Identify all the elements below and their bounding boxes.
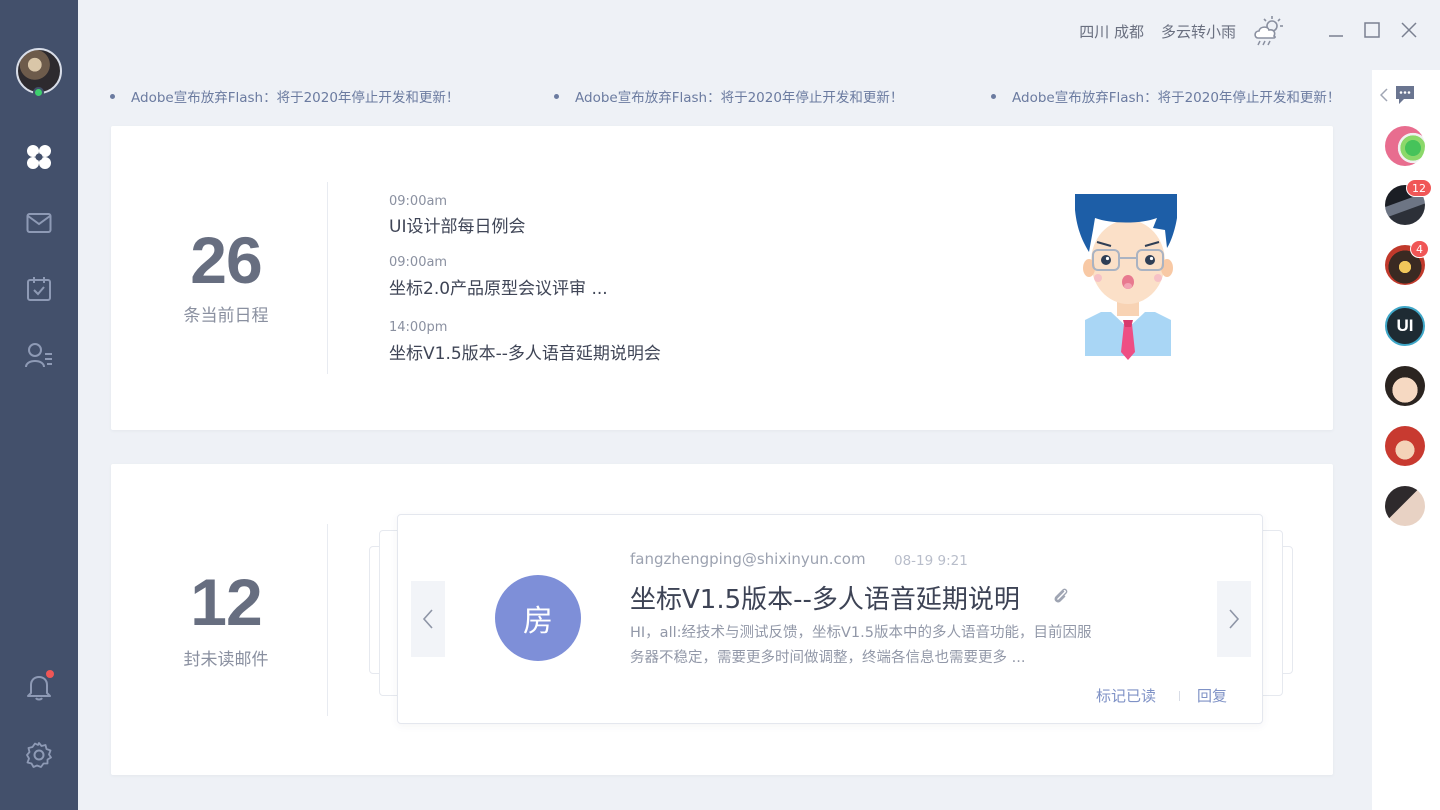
news-item[interactable]: Adobe宣布放弃Flash：将于2020年停止开发和更新！ [553,86,903,106]
mail-preview-text: HI，all:经技术与测试反馈，坐标V1.5版本中的多人语音功能，目前因服 务器… [630,621,1140,671]
cloud-sun-rain-icon [1252,14,1286,52]
schedule-item-time: 14:00pm [389,320,448,335]
action-divider [1179,691,1180,701]
contact-avatar[interactable] [1385,126,1425,166]
settings-gear-icon[interactable] [24,740,54,770]
businessman-illustration [1071,190,1185,368]
contact-avatar[interactable] [1385,366,1425,406]
unread-badge: 4 [1410,240,1429,258]
mail-subject[interactable]: 坐标V1.5版本--多人语音延期说明 [630,579,1020,616]
online-status-indicator [33,87,44,98]
contact-avatar[interactable] [1385,426,1425,466]
chevron-right-icon [1229,609,1240,629]
nav-calendar-icon[interactable] [24,274,54,304]
nav-contacts-icon[interactable] [24,340,54,370]
schedule-item-time: 09:00am [389,194,448,209]
chevron-left-icon [422,609,433,629]
mail-preview-line: 务器不稳定，需要更多时间做调整，终端各信息也需要更多 ... [630,650,1026,666]
close-button[interactable] [1400,21,1418,39]
sender-avatar: 房 [495,575,581,661]
top-bar: 四川 成都 多云转小雨 [78,0,1440,64]
minimize-button[interactable] [1327,21,1345,39]
schedule-card: 26 条当前日程 09:00am UI设计部每日例会 09:00am 坐标2.0… [111,126,1333,430]
news-ticker: Adobe宣布放弃Flash：将于2020年停止开发和更新！ Adobe宣布放弃… [78,86,1372,108]
prev-mail-button[interactable] [411,581,445,657]
mail-preview-card[interactable]: 房 fangzhengping@shixinyun.com 08-19 9:21… [397,514,1263,724]
schedule-count-caption: 条当前日程 [183,306,269,326]
divider [327,182,328,374]
weather-location: 四川 成都 [1079,23,1144,41]
unread-badge: 12 [1406,179,1432,197]
reply-button[interactable]: 回复 [1197,685,1227,706]
schedule-item-time: 09:00am [389,255,448,270]
schedule-item-title[interactable]: UI设计部每日例会 [389,212,525,237]
nav-mail-icon[interactable] [24,208,54,238]
news-item[interactable]: Adobe宣布放弃Flash：将于2020年停止开发和更新！ [109,86,459,106]
mail-preview-line: HI，all:经技术与测试反馈，坐标V1.5版本中的多人语音功能，目前因服 [630,625,1092,641]
nav-dashboard-icon[interactable] [24,142,54,172]
divider [327,524,328,716]
schedule-item-title[interactable]: 坐标V1.5版本--多人语音延期说明会 [389,339,661,364]
schedule-count: 26 [190,223,262,297]
contact-avatar[interactable] [1385,486,1425,526]
notification-dot [46,670,54,678]
weather-description: 多云转小雨 [1160,23,1236,41]
left-sidebar [0,0,78,810]
contact-avatar-ui[interactable]: UI [1385,306,1425,346]
chevron-left-icon[interactable] [1380,88,1388,102]
maximize-button[interactable] [1363,21,1381,39]
contacts-sidebar: 12 4 UI [1372,70,1440,810]
unread-mail-count: 12 [190,565,262,639]
news-item[interactable]: Adobe宣布放弃Flash：将于2020年停止开发和更新！ [990,86,1340,106]
mail-date: 08-19 9:21 [894,553,968,569]
chat-bubble-icon[interactable] [1394,84,1416,106]
unread-mail-caption: 封未读邮件 [183,650,269,670]
contacts-header [1380,84,1416,106]
mail-sender: fangzhengping@shixinyun.com [630,550,866,568]
attachment-icon [1052,587,1070,609]
mail-card: 12 封未读邮件 房 fangzhengping@shixinyun.com 0… [111,464,1333,775]
schedule-item-title[interactable]: 坐标2.0产品原型会议评审 ... [389,274,608,299]
next-mail-button[interactable] [1217,581,1251,657]
mark-read-button[interactable]: 标记已读 [1096,685,1156,706]
